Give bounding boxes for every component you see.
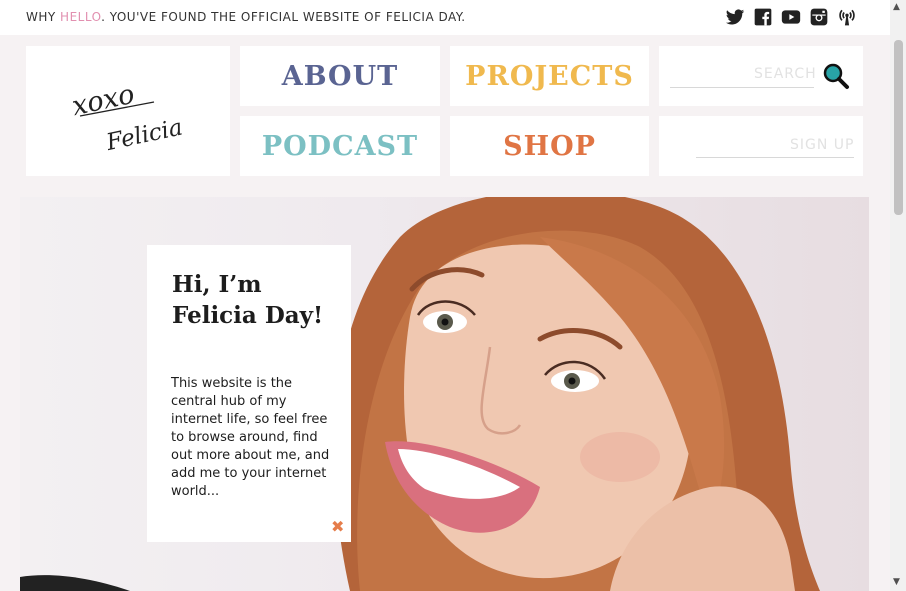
scroll-down-arrow[interactable]: ▼ (893, 578, 900, 587)
intro-body: This website is the central hub of my in… (171, 376, 330, 499)
instagram-icon[interactable] (809, 7, 829, 27)
tagline: WHY HELLO. YOU'VE FOUND THE OFFICIAL WEB… (26, 10, 466, 24)
nav-about-label: ABOUT (281, 60, 399, 92)
logo[interactable]: xoxo Felicia (26, 46, 230, 176)
logo-line2: Felicia (103, 114, 185, 156)
intro-title: Hi, I’m Felicia Day! (172, 271, 324, 329)
logo-signature: xoxo Felicia (69, 79, 185, 156)
search-box: SEARCH (659, 46, 863, 106)
signup-underline (696, 157, 854, 158)
nav-projects-label: PROJECTS (465, 60, 634, 92)
scrollbar-thumb[interactable] (894, 40, 903, 215)
search-icon[interactable] (822, 62, 850, 90)
close-icon[interactable]: ✖ (331, 519, 344, 535)
search-underline (670, 87, 814, 88)
logo-line1: xoxo (69, 79, 137, 122)
youtube-icon[interactable] (781, 7, 801, 27)
podcast-icon[interactable] (837, 7, 857, 27)
top-bar: WHY HELLO. YOU'VE FOUND THE OFFICIAL WEB… (0, 0, 890, 35)
intro-card: Hi, I’m Felicia Day! This website is the… (147, 245, 351, 542)
nav-shop-label: SHOP (503, 130, 596, 162)
scroll-up-arrow[interactable]: ▲ (893, 3, 900, 12)
nav-podcast[interactable]: PODCAST (240, 116, 440, 176)
nav-about[interactable]: ABOUT (240, 46, 440, 106)
search-input[interactable]: SEARCH (754, 66, 817, 82)
nav-projects[interactable]: PROJECTS (450, 46, 649, 106)
signup-box: SIGN UP (659, 116, 863, 176)
twitter-icon[interactable] (725, 7, 745, 27)
signup-input[interactable]: SIGN UP (790, 137, 854, 153)
nav-podcast-label: PODCAST (261, 130, 419, 162)
tagline-prefix: WHY (26, 10, 61, 24)
facebook-icon[interactable] (753, 7, 773, 27)
tagline-highlight: HELLO (60, 10, 102, 24)
tagline-suffix: . YOU'VE FOUND THE OFFICIAL WEBSITE OF F… (101, 10, 466, 24)
nav-shop[interactable]: SHOP (450, 116, 649, 176)
